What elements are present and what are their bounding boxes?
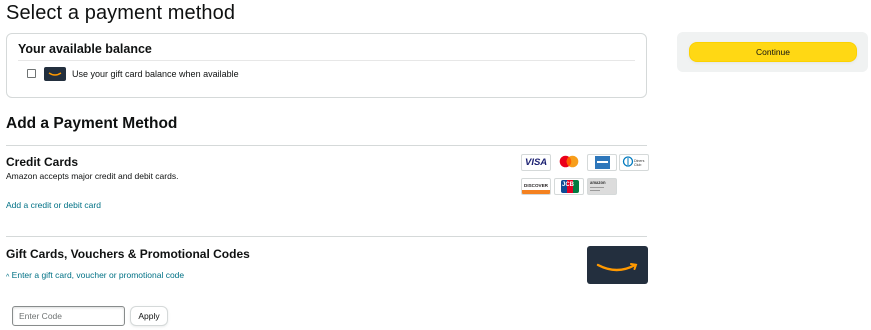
- diners-club-icon: Diners Club: [619, 154, 649, 171]
- chevron-up-icon: ^: [6, 274, 10, 281]
- gift-card-icon: [44, 67, 66, 81]
- apply-button[interactable]: Apply: [130, 306, 168, 326]
- gift-balance-label[interactable]: Use your gift card balance when availabl…: [72, 69, 239, 79]
- amazon-store-card-icon: amazon: [587, 178, 617, 195]
- mastercard-icon: [554, 154, 584, 171]
- credit-cards-description: Amazon accepts major credit and debit ca…: [6, 171, 179, 181]
- gift-card-image: [587, 246, 648, 284]
- add-payment-method-title: Add a Payment Method: [6, 115, 178, 132]
- gift-balance-checkbox[interactable]: [27, 69, 36, 78]
- balance-title: Your available balance: [18, 42, 152, 56]
- amex-icon: [587, 154, 617, 171]
- discover-icon: DISCOVER: [521, 178, 551, 195]
- enter-gift-card-link[interactable]: ^ Enter a gift card, voucher or promotio…: [6, 270, 185, 281]
- visa-icon: VISA: [521, 154, 551, 171]
- enter-gift-card-label: Enter a gift card, voucher or promotiona…: [11, 270, 185, 280]
- continue-button[interactable]: Continue: [689, 42, 857, 62]
- divider: [18, 60, 635, 61]
- amazon-smile-icon: [596, 263, 638, 272]
- gift-cards-title: Gift Cards, Vouchers & Promotional Codes: [6, 247, 250, 261]
- amazon-smile-icon: [48, 72, 62, 76]
- add-credit-card-link[interactable]: Add a credit or debit card: [6, 200, 101, 210]
- credit-cards-title: Credit Cards: [6, 155, 79, 169]
- gift-code-input[interactable]: [12, 306, 125, 326]
- page-title: Select a payment method: [6, 2, 236, 24]
- jcb-icon: JCB: [554, 178, 584, 195]
- divider: [6, 145, 647, 146]
- divider: [6, 236, 647, 237]
